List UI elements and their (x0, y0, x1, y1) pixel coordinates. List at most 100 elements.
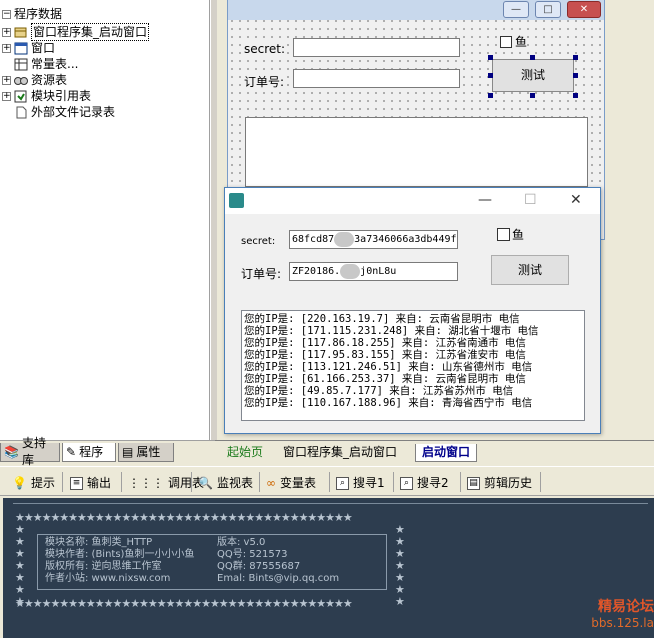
tree-item-assembly[interactable]: + 窗口程序集_启动窗口 (2, 23, 150, 41)
search-icon: 🔍 (198, 476, 213, 490)
log-line: 您的IP是: [61.166.253.37] 来自: 云南省昆明市 电信 (244, 373, 526, 385)
tool-label: 提示 (30, 476, 55, 490)
maximize-button[interactable]: □ (535, 1, 561, 18)
checkbox-label: 鱼 (512, 228, 525, 242)
watermark-url: bbs.125.la (591, 616, 654, 630)
tree-item-constants[interactable]: 常量表... (14, 56, 78, 72)
resize-handle[interactable] (530, 93, 535, 98)
log-line: 您的IP是: [117.95.83.155] 来自: 江苏省淮安市 电信 (244, 349, 526, 361)
call-table-icon: ⋮⋮⋮ (128, 476, 164, 490)
tab-properties[interactable]: ▤ 属性 (118, 443, 174, 462)
close-button[interactable]: ✕ (567, 1, 601, 18)
expand-icon[interactable]: + (2, 43, 11, 53)
tool-call-table[interactable]: ⋮⋮⋮ 调用表 (128, 474, 204, 492)
test-button-design[interactable]: 测试 (492, 59, 574, 92)
maximize-button[interactable]: ☐ (524, 192, 537, 208)
fish-checkbox[interactable]: 鱼 (497, 226, 524, 243)
resize-handle[interactable] (573, 73, 578, 78)
tree-root-label: 程序数据 (14, 7, 63, 21)
splitter[interactable] (210, 0, 217, 440)
order-label: 订单号: (241, 267, 282, 281)
tool-label: 搜寻2 (417, 476, 449, 490)
info-row: 作者小站: www.nixsw.com Emal: Bints@vip.qq.co… (45, 573, 385, 585)
tool-variables[interactable]: ∞ 变量表 (266, 474, 316, 492)
tool-search1[interactable]: ⌕ 搜寻1 (336, 474, 385, 492)
tool-label: 监视表 (216, 476, 253, 490)
module-icon (14, 90, 28, 103)
tree-item-label: 窗口程序集_启动窗口 (31, 23, 150, 41)
secret-text-start: 68fcd87 (292, 234, 335, 245)
secret-label: secret: (241, 236, 276, 247)
collapse-icon[interactable]: − (2, 9, 11, 19)
watermark-title: 精易论坛 (598, 599, 654, 615)
resize-handle[interactable] (488, 93, 493, 98)
tab-start-window[interactable]: 启动窗口 (415, 444, 478, 462)
log-line: 您的IP是: [220.163.19.7] 来自: 云南省昆明市 电信 (244, 313, 520, 325)
tab-label: 属性 (136, 444, 161, 459)
expand-icon[interactable]: + (2, 91, 11, 101)
tab-program[interactable]: ✎ 程序 (62, 443, 116, 462)
tool-label: 输出 (87, 476, 112, 490)
test-button[interactable]: 测试 (491, 255, 569, 285)
hint-icon: 💡 (12, 476, 27, 490)
resize-handle[interactable] (573, 93, 578, 98)
tool-hint[interactable]: 💡 提示 (12, 474, 55, 492)
log-box-design[interactable] (245, 117, 588, 187)
info-right: Emal: Bints@vip.qq.com (217, 573, 340, 584)
tool-search2[interactable]: ⌕ 搜寻2 (400, 474, 449, 492)
resource-icon (14, 74, 28, 87)
tab-support-library[interactable]: 📚 支持库 (0, 436, 60, 467)
resize-handle[interactable] (488, 55, 493, 60)
tool-watch[interactable]: 🔍 监视表 (198, 474, 253, 492)
secret-label: secret: (244, 42, 286, 56)
tree-root[interactable]: − 程序数据 (2, 6, 62, 22)
tree-item-external-files[interactable]: 外部文件记录表 (14, 104, 115, 120)
info-row: 版权所有: 逆向思维工作室 QQ群: 87555687 (45, 561, 385, 573)
info-left: 版权所有: 逆向思维工作室 (45, 561, 162, 572)
checkbox-icon[interactable] (497, 228, 510, 241)
order-input[interactable]: ZF20186. j0nL8u (289, 262, 458, 281)
tree-item-window[interactable]: + 窗口 (2, 40, 55, 56)
close-button[interactable]: ✕ (570, 192, 582, 208)
program-tree: − 程序数据 + 窗口程序集_启动窗口 + 窗口 常量表... + 资源表 + … (0, 0, 210, 440)
minimize-button[interactable]: — (478, 192, 492, 208)
info-left: 模块名称: 鱼刺类_HTTP (45, 537, 153, 548)
tab-start-page[interactable]: 起始页 (221, 444, 270, 462)
running-window: — ☐ ✕ secret: 68fcd87 3a7346066a3db449f 订… (224, 187, 601, 434)
tool-output[interactable]: ≡ 输出 (70, 474, 111, 492)
editor-tabs: 起始页 窗口程序集_启动窗口 启动窗口 (215, 440, 654, 462)
resize-handle[interactable] (530, 55, 535, 60)
log-line: 您的IP是: [110.167.188.96] 来自: 青海省西宁市 电信 (244, 397, 533, 409)
resize-handle[interactable] (573, 55, 578, 60)
minimize-button[interactable]: — (503, 1, 529, 18)
order-input[interactable] (293, 69, 460, 88)
tab-assembly[interactable]: 窗口程序集_启动窗口 (277, 444, 404, 462)
checkbox-icon[interactable] (500, 35, 512, 48)
fish-checkbox[interactable]: 鱼 (500, 33, 528, 50)
separator (460, 472, 461, 492)
star-border-bottom: ★★★★★★★★★★★★★★★★★★★★★★★★★★★★★★★★★★★★★★ (15, 597, 353, 610)
secret-input[interactable] (293, 38, 460, 57)
secret-text-end: 3a7346066a3db449f (354, 234, 457, 245)
constant-table-icon (14, 58, 28, 71)
ip-log-box[interactable]: 您的IP是: [220.163.19.7] 来自: 云南省昆明市 电信 您的IP… (241, 310, 585, 421)
checkbox-label: 鱼 (515, 35, 528, 49)
star-border-top: ★★★★★★★★★★★★★★★★★★★★★★★★★★★★★★★★★★★★★★ (15, 511, 353, 524)
info-right: QQ群: 87555687 (217, 561, 301, 572)
tool-clip-history[interactable]: ▤ 剪辑历史 (467, 474, 532, 492)
info-left: 模块作者: (Bints)鱼刺一小小小鱼 (45, 549, 195, 560)
order-text-end: j0nL8u (360, 266, 397, 277)
secret-input[interactable]: 68fcd87 3a7346066a3db449f (289, 230, 458, 249)
tree-item-modules[interactable]: + 模块引用表 (2, 88, 91, 104)
separator (393, 472, 394, 492)
tool-label: 变量表 (280, 476, 317, 490)
properties-icon: ▤ (122, 444, 134, 459)
tree-item-resources[interactable]: + 资源表 (2, 72, 67, 88)
resize-handle[interactable] (488, 73, 493, 78)
log-line: 您的IP是: [49.85.7.177] 来自: 江苏省苏州市 电信 (244, 385, 514, 397)
info-left: 作者小站: www.nixsw.com (45, 573, 171, 584)
info-right: 版本: v5.0 (217, 537, 266, 548)
expand-icon[interactable]: + (2, 75, 11, 85)
log-line: 您的IP是: [117.86.18.255] 来自: 江苏省南通市 电信 (244, 337, 526, 349)
expand-icon[interactable]: + (2, 27, 11, 37)
